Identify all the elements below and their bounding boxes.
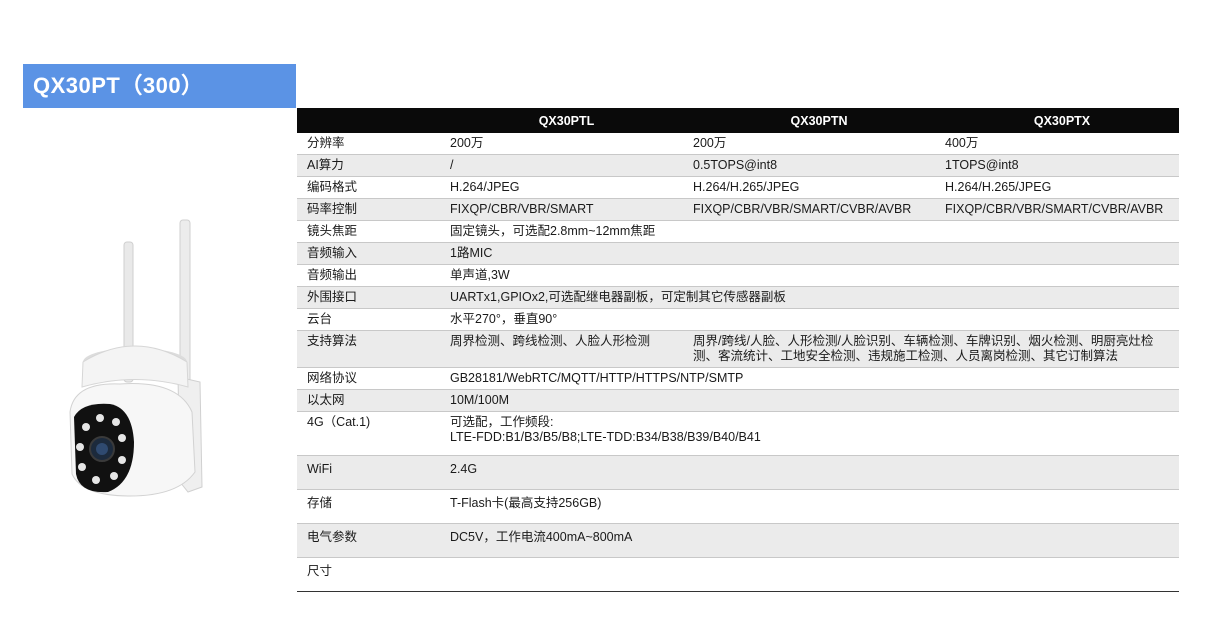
table-row: 4G（Cat.1) 可选配，工作频段: LTE-FDD:B1/B3/B5/B8;… [297, 411, 1179, 456]
cell-value: 2.4G [440, 455, 1179, 490]
table-row: 云台 水平270°，垂直90° [297, 308, 1179, 331]
cell-value: 水平270°，垂直90° [440, 308, 1179, 331]
header-blank [297, 108, 440, 133]
column-header: QX30PTN [693, 108, 945, 133]
column-header: QX30PTL [440, 108, 693, 133]
cell-value: H.264/JPEG [440, 176, 693, 199]
cell-value: 周界检测、跨线检测、人脸人形检测 [440, 330, 693, 368]
table-row: 分辨率 200万 200万 400万 [297, 133, 1179, 155]
column-header: QX30PTX [945, 108, 1179, 133]
table-row: WiFi 2.4G [297, 455, 1179, 490]
table-row: 支持算法 周界检测、跨线检测、人脸人形检测 周界/跨线/人脸、人形检测/人脸识别… [297, 330, 1179, 368]
row-label: 码率控制 [297, 198, 440, 221]
row-label: 编码格式 [297, 176, 440, 199]
row-label: 镜头焦距 [297, 220, 440, 243]
table-header-row: QX30PTL QX30PTN QX30PTX [297, 108, 1179, 133]
row-label: 4G（Cat.1) [297, 411, 440, 456]
cell-value: 周界/跨线/人脸、人形检测/人脸识别、车辆检测、车牌识别、烟火检测、明厨亮灶检测… [693, 330, 1179, 368]
row-label: 音频输入 [297, 242, 440, 265]
row-label: 云台 [297, 308, 440, 331]
table-row: 音频输入 1路MIC [297, 242, 1179, 265]
row-label: 外围接口 [297, 286, 440, 309]
cell-line: LTE-FDD:B1/B3/B5/B8;LTE-TDD:B34/B38/B39/… [450, 430, 761, 444]
table-row: 电气参数 DC5V，工作电流400mA~800mA [297, 523, 1179, 558]
row-label: AI算力 [297, 154, 440, 177]
cell-value: 可选配，工作频段: LTE-FDD:B1/B3/B5/B8;LTE-TDD:B3… [440, 411, 1179, 456]
row-label: 分辨率 [297, 133, 440, 155]
row-label: 尺寸 [297, 557, 440, 592]
table-row: 码率控制 FIXQP/CBR/VBR/SMART FIXQP/CBR/VBR/S… [297, 198, 1179, 221]
cell-line: 可选配，工作频段: [450, 415, 554, 429]
cell-value: 10M/100M [440, 389, 1179, 412]
cell-value [440, 557, 1179, 592]
row-label: WiFi [297, 455, 440, 490]
cell-value: H.264/H.265/JPEG [945, 176, 1179, 199]
table-row: 存储 T-Flash卡(最高支持256GB) [297, 489, 1179, 524]
table-row: 外围接口 UARTx1,GPIOx2,可选配继电器副板，可定制其它传感器副板 [297, 286, 1179, 309]
spec-table: QX30PTL QX30PTN QX30PTX 分辨率 200万 200万 40… [297, 108, 1179, 592]
camera-image [69, 219, 203, 497]
row-label: 音频输出 [297, 264, 440, 287]
table-row: 以太网 10M/100M [297, 389, 1179, 412]
cell-value: T-Flash卡(最高支持256GB) [440, 489, 1179, 524]
cell-value: GB28181/WebRTC/MQTT/HTTP/HTTPS/NTP/SMTP [440, 367, 1179, 390]
table-row: 网络协议 GB28181/WebRTC/MQTT/HTTP/HTTPS/NTP/… [297, 367, 1179, 390]
cell-value: 400万 [945, 133, 1179, 155]
table-row: AI算力 / 0.5TOPS@int8 1TOPS@int8 [297, 154, 1179, 177]
row-label: 网络协议 [297, 367, 440, 390]
cell-value: UARTx1,GPIOx2,可选配继电器副板，可定制其它传感器副板 [440, 286, 1179, 309]
table-row: 尺寸 [297, 557, 1179, 592]
row-label: 电气参数 [297, 523, 440, 558]
cell-value: 1路MIC [440, 242, 1179, 265]
row-label: 存储 [297, 489, 440, 524]
product-title: QX30PT（300） [23, 64, 296, 108]
cell-value: DC5V，工作电流400mA~800mA [440, 523, 1179, 558]
cell-value: FIXQP/CBR/VBR/SMART [440, 198, 693, 221]
cell-value: 200万 [440, 133, 693, 155]
cell-value: 固定镜头，可选配2.8mm~12mm焦距 [440, 220, 1179, 243]
cell-value: 0.5TOPS@int8 [693, 154, 945, 177]
table-row: 编码格式 H.264/JPEG H.264/H.265/JPEG H.264/H… [297, 176, 1179, 199]
cell-value: FIXQP/CBR/VBR/SMART/CVBR/AVBR [945, 198, 1179, 221]
cell-value: FIXQP/CBR/VBR/SMART/CVBR/AVBR [693, 198, 945, 221]
row-label: 支持算法 [297, 330, 440, 368]
cell-value: 单声道,3W [440, 264, 1179, 287]
table-row: 音频输出 单声道,3W [297, 264, 1179, 287]
row-label: 以太网 [297, 389, 440, 412]
cell-value: 1TOPS@int8 [945, 154, 1179, 177]
cell-value: H.264/H.265/JPEG [693, 176, 945, 199]
table-row: 镜头焦距 固定镜头，可选配2.8mm~12mm焦距 [297, 220, 1179, 243]
cell-value: / [440, 154, 693, 177]
cell-value: 200万 [693, 133, 945, 155]
